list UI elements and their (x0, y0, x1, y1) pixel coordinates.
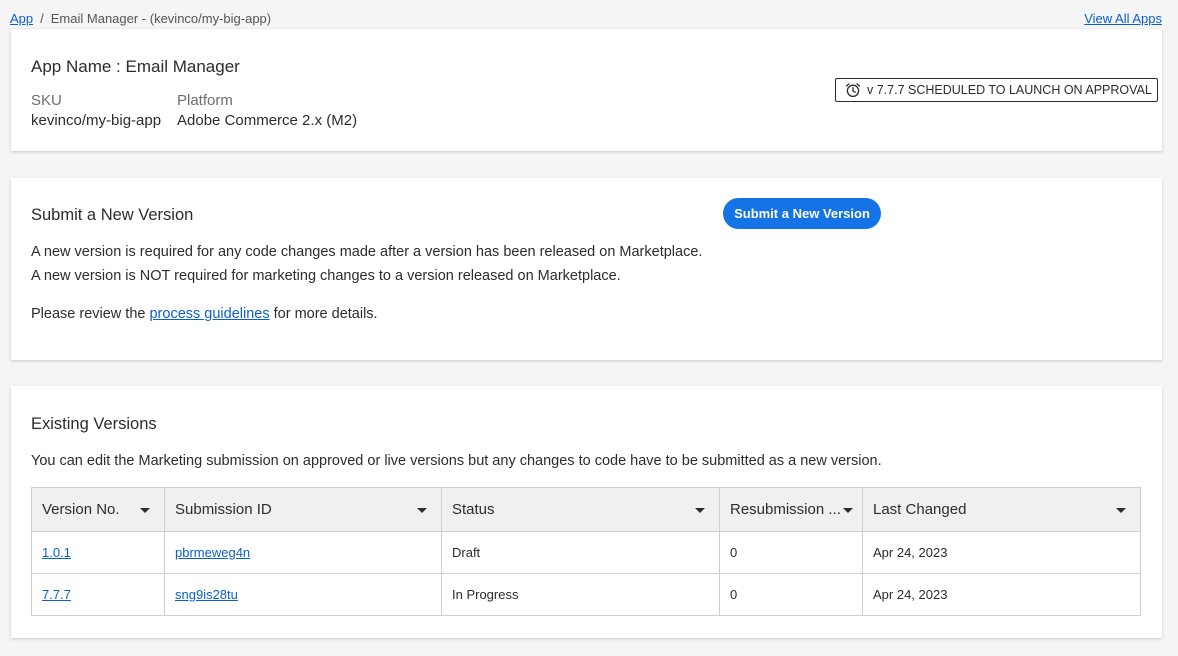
column-header-status[interactable]: Status (441, 487, 720, 532)
column-header-label: Version No. (42, 501, 120, 518)
column-header-label: Status (452, 501, 495, 518)
top-bar: App / Email Manager - (kevinco/my-big-ap… (10, 8, 1162, 28)
review-prefix: Please review the (31, 306, 150, 322)
version-cell: 7.7.7 (31, 573, 165, 616)
sku-label: SKU (31, 92, 62, 109)
platform-value: Adobe Commerce 2.x (M2) (177, 112, 358, 129)
resubmission-cell: 0 (719, 531, 863, 574)
column-header-label: Resubmission ... (730, 501, 841, 518)
resubmission-cell: 0 (719, 573, 863, 616)
sort-caret-icon[interactable] (1116, 507, 1126, 513)
review-suffix: for more details. (269, 306, 378, 322)
breadcrumb-app-link[interactable]: App (10, 11, 33, 26)
column-header-last-changed[interactable]: Last Changed (862, 487, 1141, 532)
table-header-row: Version No. Submission ID Status Resubmi… (31, 487, 1141, 532)
versions-description: You can edit the Marketing submission on… (31, 453, 882, 469)
sort-caret-icon[interactable] (695, 507, 705, 513)
review-guidelines-text: Please review the process guidelines for… (31, 306, 378, 322)
submit-info-line-1: A new version is required for any code c… (31, 244, 703, 260)
submit-info-line-2: A new version is NOT required for market… (31, 268, 621, 284)
status-badge-text: v 7.7.7 SCHEDULED TO LAUNCH ON APPROVAL (867, 83, 1152, 97)
version-link[interactable]: 1.0.1 (42, 545, 71, 560)
submission-id-link[interactable]: pbrmeweg4n (175, 545, 250, 560)
table-row: 7.7.7 sng9is28tu In Progress 0 Apr 24, 2… (31, 573, 1141, 616)
submission-id-link[interactable]: sng9is28tu (175, 587, 238, 602)
column-header-version[interactable]: Version No. (31, 487, 165, 532)
platform-label: Platform (177, 92, 233, 109)
version-link[interactable]: 7.7.7 (42, 587, 71, 602)
status-cell: In Progress (441, 573, 720, 616)
table-row: 1.0.1 pbrmeweg4n Draft 0 Apr 24, 2023 (31, 531, 1141, 574)
platform-field: Platform Adobe Commerce 2.x (M2) (177, 91, 357, 131)
sort-caret-icon[interactable] (140, 507, 150, 513)
last-changed-cell: Apr 24, 2023 (862, 573, 1141, 616)
view-all-apps-link[interactable]: View All Apps (1084, 11, 1162, 26)
sort-caret-icon[interactable] (417, 507, 427, 513)
column-header-resubmission[interactable]: Resubmission ... (719, 487, 863, 532)
sku-field: SKU kevinco/my-big-app (31, 91, 161, 131)
submit-section-title: Submit a New Version (31, 206, 194, 224)
last-changed-cell: Apr 24, 2023 (862, 531, 1141, 574)
column-header-label: Submission ID (175, 501, 272, 518)
app-name: App Name : Email Manager (31, 57, 240, 76)
versions-section-title: Existing Versions (31, 415, 157, 433)
status-cell: Draft (441, 531, 720, 574)
versions-table: Version No. Submission ID Status Resubmi… (31, 487, 1141, 616)
breadcrumb-separator: / (40, 10, 44, 26)
status-badge: v 7.7.7 SCHEDULED TO LAUNCH ON APPROVAL (835, 78, 1158, 102)
breadcrumb-current: Email Manager - (kevinco/my-big-app) (50, 10, 272, 26)
submission-id-cell: pbrmeweg4n (164, 531, 442, 574)
submit-version-card: Submit a New Version Submit a New Versio… (11, 178, 1162, 360)
version-cell: 1.0.1 (31, 531, 165, 574)
sku-value: kevinco/my-big-app (31, 112, 162, 129)
column-header-submission-id[interactable]: Submission ID (164, 487, 442, 532)
alarm-clock-icon (845, 83, 861, 98)
submission-id-cell: sng9is28tu (164, 573, 442, 616)
process-guidelines-link[interactable]: process guidelines (149, 306, 269, 322)
submit-new-version-button[interactable]: Submit a New Version (723, 198, 881, 229)
app-info-card: App Name : Email Manager SKU kevinco/my-… (11, 29, 1162, 151)
existing-versions-card: Existing Versions You can edit the Marke… (11, 386, 1162, 638)
column-header-label: Last Changed (873, 501, 967, 518)
sort-caret-icon[interactable] (843, 507, 853, 513)
